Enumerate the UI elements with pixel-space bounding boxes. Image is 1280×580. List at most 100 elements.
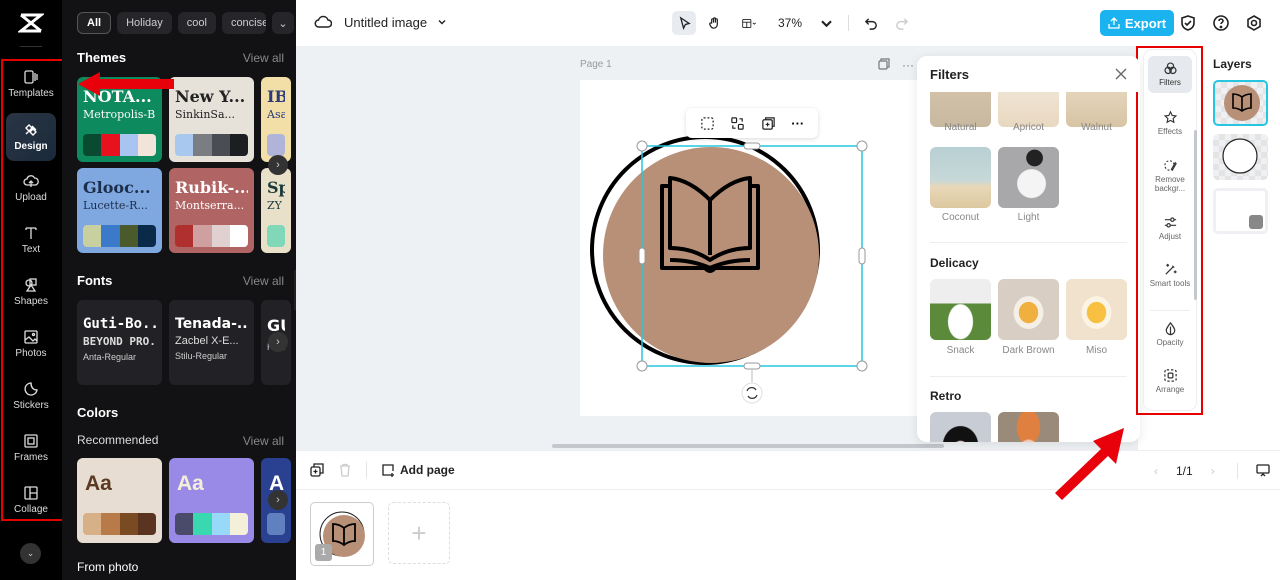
- filter-thumb-coconut[interactable]: [930, 147, 991, 208]
- capcut-logo[interactable]: [16, 10, 46, 36]
- rail-item-frames[interactable]: Frames: [6, 424, 56, 472]
- prop-smart-tools[interactable]: Smart tools: [1148, 257, 1192, 294]
- document-title[interactable]: Untitled image: [344, 15, 427, 30]
- opacity-icon: [1165, 321, 1175, 336]
- prop-adjust[interactable]: Adjust: [1148, 210, 1192, 247]
- fonts-next-button[interactable]: ›: [268, 332, 288, 352]
- color-palette-card[interactable]: Aa: [169, 458, 254, 543]
- chip-concise[interactable]: concise: [221, 12, 266, 34]
- color-palette-card[interactable]: Aa: [77, 458, 162, 543]
- font-card[interactable]: Tenada-... Zacbel X-E... Stilu-Regular: [169, 300, 254, 385]
- colors-next-button[interactable]: ›: [268, 490, 288, 510]
- rotate-handle[interactable]: [741, 382, 763, 404]
- prop-effects[interactable]: Effects: [1148, 105, 1192, 142]
- swatch-color: [137, 225, 156, 247]
- filter-thumb-snack[interactable]: [930, 279, 991, 340]
- layer-item-outline-circle[interactable]: [1213, 134, 1268, 180]
- layout-menu-button[interactable]: [732, 11, 766, 35]
- rail-item-design[interactable]: Design: [6, 113, 56, 161]
- more-options-icon[interactable]: ···: [791, 116, 804, 131]
- select-area-icon[interactable]: [700, 116, 715, 131]
- filter-thumb-miso[interactable]: [1066, 279, 1127, 340]
- filter-thumb-dark-brown[interactable]: [998, 279, 1059, 340]
- section-divider: [930, 242, 1127, 243]
- layer-item-book-circle[interactable]: [1213, 80, 1268, 126]
- cloud-sync-icon[interactable]: [314, 14, 332, 30]
- themes-view-all[interactable]: View all: [243, 51, 284, 65]
- replace-icon[interactable]: [730, 116, 745, 131]
- trash-icon[interactable]: [338, 463, 352, 477]
- theme-card-subtitle: Asa: [267, 108, 285, 121]
- add-page-thumbnail[interactable]: +: [388, 502, 450, 564]
- font-card-name: Anta-Regular: [83, 352, 137, 362]
- chip-all[interactable]: All: [77, 12, 112, 34]
- prop-arrange[interactable]: Arrange: [1148, 363, 1192, 400]
- fonts-title: Fonts: [77, 273, 113, 288]
- theme-card[interactable]: Sp ZY: [261, 168, 291, 253]
- rail-item-stickers[interactable]: Stickers: [6, 372, 56, 420]
- rail-item-shapes[interactable]: Shapes: [6, 268, 56, 316]
- hand-tool-button[interactable]: [702, 11, 726, 35]
- properties-scrollbar[interactable]: [1194, 130, 1197, 300]
- swatch-color: [119, 225, 138, 247]
- filter-label: Miso: [1085, 345, 1108, 356]
- undo-button[interactable]: [859, 11, 883, 35]
- page-more-icon[interactable]: ···: [902, 58, 914, 72]
- prev-page-icon[interactable]: ‹: [1154, 464, 1158, 478]
- filter-chips: All Holiday cool concise ⌄: [77, 12, 294, 34]
- add-page-button[interactable]: Add page: [381, 463, 455, 477]
- close-icon[interactable]: [1115, 68, 1127, 80]
- settings-icon[interactable]: [1245, 14, 1263, 32]
- duplicate-page-icon[interactable]: [310, 463, 324, 477]
- help-icon[interactable]: [1212, 14, 1230, 32]
- select-tool-button[interactable]: [672, 11, 696, 35]
- chevron-down-icon[interactable]: [437, 17, 447, 27]
- rail-item-photos[interactable]: Photos: [6, 320, 56, 368]
- chip-holiday[interactable]: Holiday: [117, 12, 172, 34]
- swatch-color: [267, 225, 285, 247]
- layer-item-background[interactable]: [1213, 188, 1268, 234]
- duplicate-page-icon[interactable]: [878, 58, 890, 70]
- zoom-dropdown-button[interactable]: [814, 11, 838, 35]
- prop-opacity[interactable]: Opacity: [1148, 316, 1192, 353]
- redo-button[interactable]: [889, 11, 913, 35]
- zoom-level[interactable]: 37%: [772, 11, 808, 35]
- next-page-icon[interactable]: ›: [1211, 464, 1215, 478]
- chip-cool[interactable]: cool: [177, 12, 216, 34]
- filters-panel: Filters Natural Apricot Walnut Coconut L…: [917, 56, 1140, 442]
- export-button[interactable]: Export: [1100, 10, 1174, 36]
- horizontal-scrollbar[interactable]: [552, 444, 944, 448]
- page-thumbnail[interactable]: 1: [310, 502, 374, 566]
- font-card[interactable]: Guti-Bo... BEYOND PRO... Anta-Regular: [77, 300, 162, 385]
- themes-next-button[interactable]: ›: [268, 155, 288, 175]
- theme-card[interactable]: Glooc... Lucette-R...: [77, 168, 162, 253]
- swatch-color: [211, 225, 230, 247]
- prop-filters[interactable]: Filters: [1148, 56, 1192, 93]
- add-page-icon: [382, 464, 394, 477]
- theme-card[interactable]: New Y... SinkinSa...: [169, 77, 254, 162]
- layers-title: Layers: [1213, 57, 1252, 71]
- colors-view-all[interactable]: View all: [243, 434, 284, 448]
- filter-thumb-light[interactable]: [998, 147, 1059, 208]
- rail-item-text[interactable]: Text: [6, 216, 56, 264]
- chips-expand-button[interactable]: ⌄: [271, 12, 294, 34]
- shield-check-icon[interactable]: [1179, 14, 1197, 32]
- divider: [1236, 463, 1238, 479]
- theme-card[interactable]: Rubik-... Montserra...: [169, 168, 254, 253]
- prop-remove-background[interactable]: Remove backgr...: [1148, 153, 1192, 199]
- swatch-color: [193, 513, 212, 535]
- color-swatch: [175, 513, 248, 535]
- theme-card-title: Glooc...: [83, 178, 151, 197]
- theme-card[interactable]: IB Asa: [261, 77, 291, 162]
- fonts-view-all[interactable]: View all: [243, 274, 284, 288]
- rail-item-collage[interactable]: Collage: [6, 476, 56, 524]
- filter-label: Snack: [946, 345, 975, 356]
- rail-item-templates[interactable]: Templates: [6, 60, 56, 108]
- rail-item-upload[interactable]: Upload: [6, 164, 56, 212]
- present-icon[interactable]: [1256, 464, 1270, 478]
- rail-divider: [20, 46, 42, 47]
- filter-label: Apricot: [1012, 122, 1045, 133]
- filter-thumb-retro-1[interactable]: [930, 412, 991, 442]
- duplicate-icon[interactable]: [761, 116, 776, 131]
- rail-more-button[interactable]: ⌄: [20, 543, 41, 564]
